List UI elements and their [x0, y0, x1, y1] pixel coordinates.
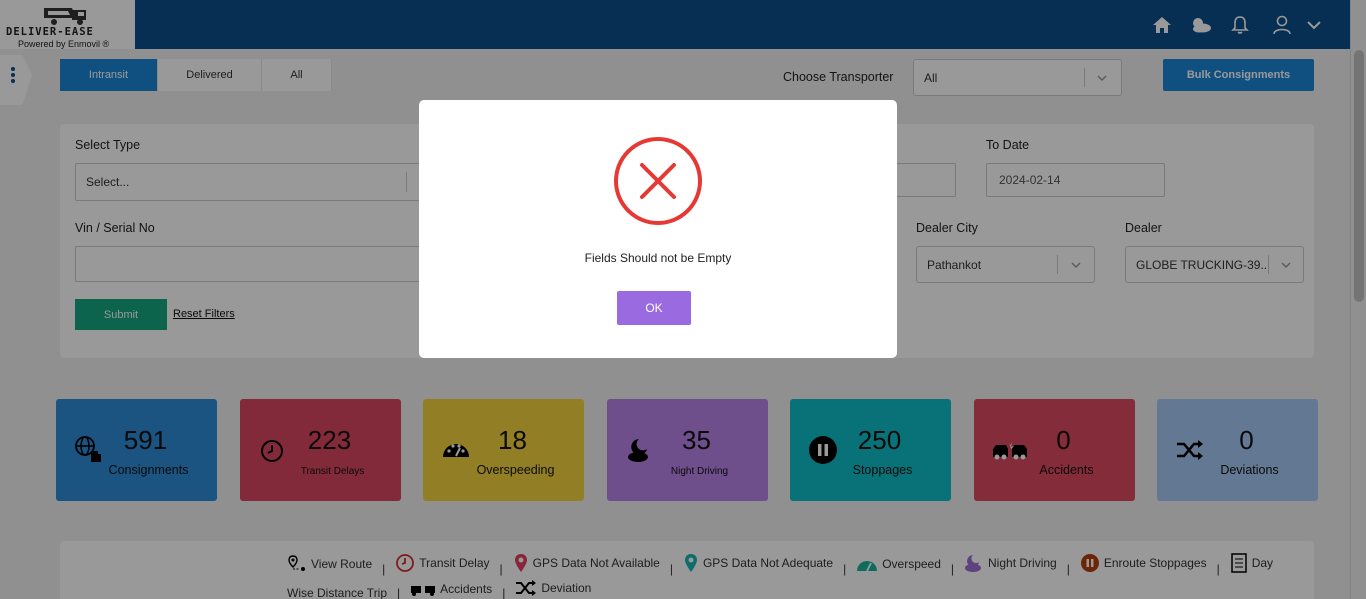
error-x-icon — [614, 137, 702, 225]
error-dialog: Fields Should not be Empty OK — [419, 100, 897, 358]
ok-button[interactable]: OK — [617, 291, 691, 325]
error-message: Fields Should not be Empty — [584, 251, 732, 265]
